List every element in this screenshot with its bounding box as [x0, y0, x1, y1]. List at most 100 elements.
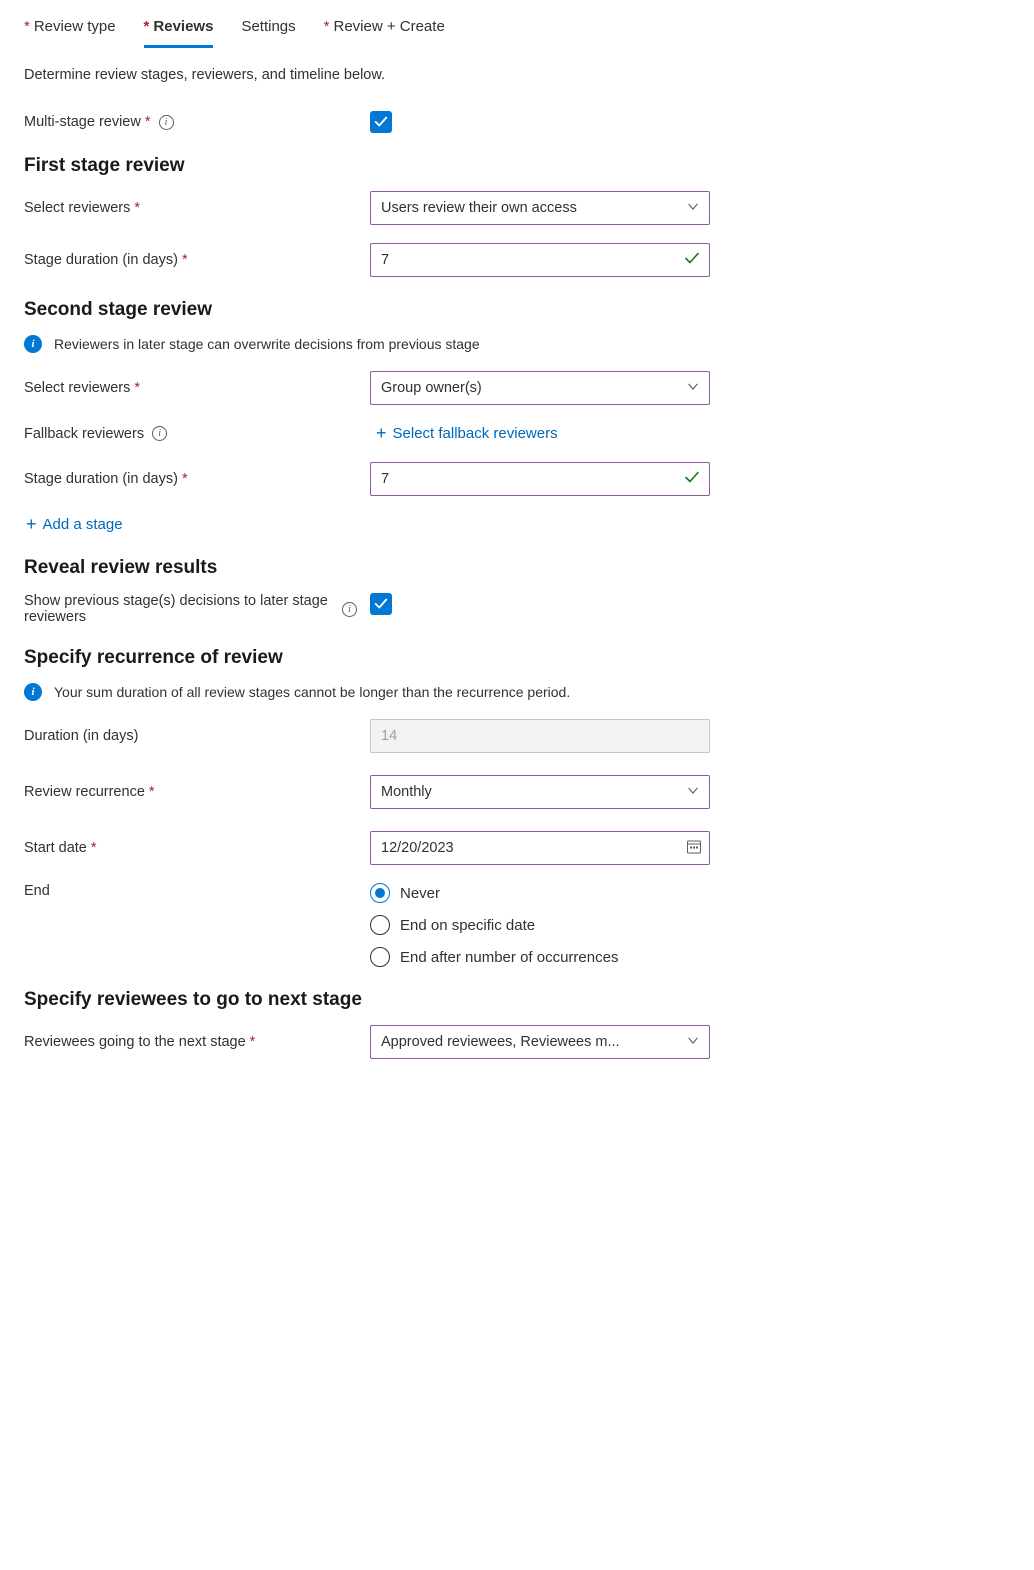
- tab-label: Settings: [241, 18, 295, 35]
- end-radio-group: Never End on specific date End after num…: [370, 883, 710, 967]
- field-start-date: Start date * 12/20/2023: [24, 831, 1010, 865]
- start-date-input[interactable]: 12/20/2023: [370, 831, 710, 865]
- second-reviewers-label: Select reviewers *: [24, 380, 370, 396]
- recurrence-label: Review recurrence *: [24, 784, 370, 800]
- first-duration-input[interactable]: 7: [370, 243, 710, 277]
- second-duration-input[interactable]: 7: [370, 462, 710, 496]
- plus-icon: +: [376, 423, 387, 444]
- field-end: End Never End on specific date End after…: [24, 883, 1010, 967]
- show-prev-label: Show previous stage(s) decisions to late…: [24, 593, 370, 625]
- calendar-icon[interactable]: [686, 839, 702, 858]
- second-duration-label: Stage duration (in days) *: [24, 471, 370, 487]
- reviewees-next-label: Reviewees going to the next stage *: [24, 1034, 370, 1050]
- field-first-reviewers: Select reviewers * Users review their ow…: [24, 191, 1010, 225]
- multi-stage-checkbox[interactable]: [370, 111, 392, 133]
- recurrence-heading: Specify recurrence of review: [24, 647, 1010, 669]
- info-icon[interactable]: i: [342, 602, 357, 617]
- radio-label: End after number of occurrences: [400, 949, 618, 966]
- recurrence-select[interactable]: Monthly: [370, 775, 710, 809]
- checkmark-icon: [374, 115, 388, 129]
- info-text: Your sum duration of all review stages c…: [54, 684, 570, 700]
- add-stage-button[interactable]: + Add a stage: [26, 514, 123, 535]
- field-second-reviewers: Select reviewers * Group owner(s): [24, 371, 1010, 405]
- label-text: Select reviewers: [24, 380, 130, 396]
- multi-stage-label: Multi-stage review * i: [24, 114, 370, 130]
- label-text: Reviewees going to the next stage: [24, 1034, 246, 1050]
- field-second-duration: Stage duration (in days) * 7: [24, 462, 1010, 496]
- radio-icon: [370, 883, 390, 903]
- field-show-prev-decisions: Show previous stage(s) decisions to late…: [24, 593, 1010, 625]
- reviewees-next-select[interactable]: Approved reviewees, Reviewees m...: [370, 1025, 710, 1059]
- info-icon[interactable]: i: [159, 115, 174, 130]
- tab-review-create[interactable]: *Review + Create: [324, 12, 445, 48]
- required-star-icon: *: [324, 18, 330, 35]
- info-icon[interactable]: i: [152, 426, 167, 441]
- end-label: End: [24, 883, 370, 899]
- required-star-icon: *: [134, 380, 140, 396]
- select-fallback-link[interactable]: + Select fallback reviewers: [376, 423, 558, 444]
- start-date-label: Start date *: [24, 840, 370, 856]
- link-text: Add a stage: [43, 516, 123, 533]
- required-star-icon: *: [24, 18, 30, 35]
- label-text: Review recurrence: [24, 784, 145, 800]
- required-star-icon: *: [182, 471, 188, 487]
- radio-icon: [370, 947, 390, 967]
- second-stage-info: i Reviewers in later stage can overwrite…: [24, 335, 1010, 353]
- intro-text: Determine review stages, reviewers, and …: [24, 67, 1010, 83]
- reviewees-heading: Specify reviewees to go to next stage: [24, 989, 1010, 1011]
- required-star-icon: *: [182, 252, 188, 268]
- label-text: Fallback reviewers: [24, 426, 144, 442]
- first-stage-heading: First stage review: [24, 155, 1010, 177]
- required-star-icon: *: [145, 114, 151, 130]
- tab-reviews[interactable]: *Reviews: [144, 12, 214, 48]
- second-reviewers-select[interactable]: Group owner(s): [370, 371, 710, 405]
- label-text: Duration (in days): [24, 728, 138, 744]
- input-value: 7: [381, 252, 389, 268]
- tab-label: Review + Create: [333, 18, 444, 35]
- field-fallback-reviewers: Fallback reviewers i + Select fallback r…: [24, 423, 1010, 444]
- second-stage-heading: Second stage review: [24, 299, 1010, 321]
- info-badge-icon: i: [24, 683, 42, 701]
- select-value: Monthly: [381, 784, 432, 800]
- tabs-bar: *Review type *Reviews Settings *Review +…: [24, 0, 1010, 49]
- select-value: Group owner(s): [381, 380, 482, 396]
- end-radio-specific[interactable]: End on specific date: [370, 915, 710, 935]
- recurrence-info: i Your sum duration of all review stages…: [24, 683, 1010, 701]
- tab-review-type[interactable]: *Review type: [24, 12, 116, 48]
- tab-settings[interactable]: Settings: [241, 12, 295, 48]
- input-value: 7: [381, 471, 389, 487]
- tab-label: Reviews: [153, 18, 213, 35]
- first-duration-label: Stage duration (in days) *: [24, 252, 370, 268]
- info-text: Reviewers in later stage can overwrite d…: [54, 336, 480, 352]
- label-text: Stage duration (in days): [24, 471, 178, 487]
- field-total-duration: Duration (in days) 14: [24, 719, 1010, 753]
- show-prev-checkbox[interactable]: [370, 593, 392, 615]
- label-text: Show previous stage(s) decisions to late…: [24, 593, 334, 625]
- link-text: Select fallback reviewers: [393, 425, 558, 442]
- field-first-duration: Stage duration (in days) * 7: [24, 243, 1010, 277]
- input-value: 12/20/2023: [381, 840, 454, 856]
- required-star-icon: *: [144, 18, 150, 35]
- radio-label: Never: [400, 885, 440, 902]
- required-star-icon: *: [149, 784, 155, 800]
- checkmark-icon: [374, 597, 388, 611]
- first-reviewers-select[interactable]: Users review their own access: [370, 191, 710, 225]
- fallback-reviewers-label: Fallback reviewers i: [24, 426, 370, 442]
- field-reviewees-next: Reviewees going to the next stage * Appr…: [24, 1025, 1010, 1059]
- reveal-heading: Reveal review results: [24, 557, 1010, 579]
- valid-check-icon: [684, 470, 700, 489]
- label-text: Start date: [24, 840, 87, 856]
- field-recurrence: Review recurrence * Monthly: [24, 775, 1010, 809]
- label-text: End: [24, 883, 50, 899]
- required-star-icon: *: [250, 1034, 256, 1050]
- end-radio-never[interactable]: Never: [370, 883, 710, 903]
- radio-label: End on specific date: [400, 917, 535, 934]
- required-star-icon: *: [91, 840, 97, 856]
- radio-icon: [370, 915, 390, 935]
- info-badge-icon: i: [24, 335, 42, 353]
- end-radio-occurrences[interactable]: End after number of occurrences: [370, 947, 710, 967]
- label-text: Multi-stage review: [24, 114, 141, 130]
- plus-icon: +: [26, 514, 37, 535]
- tab-label: Review type: [34, 18, 116, 35]
- input-value: 14: [381, 728, 397, 744]
